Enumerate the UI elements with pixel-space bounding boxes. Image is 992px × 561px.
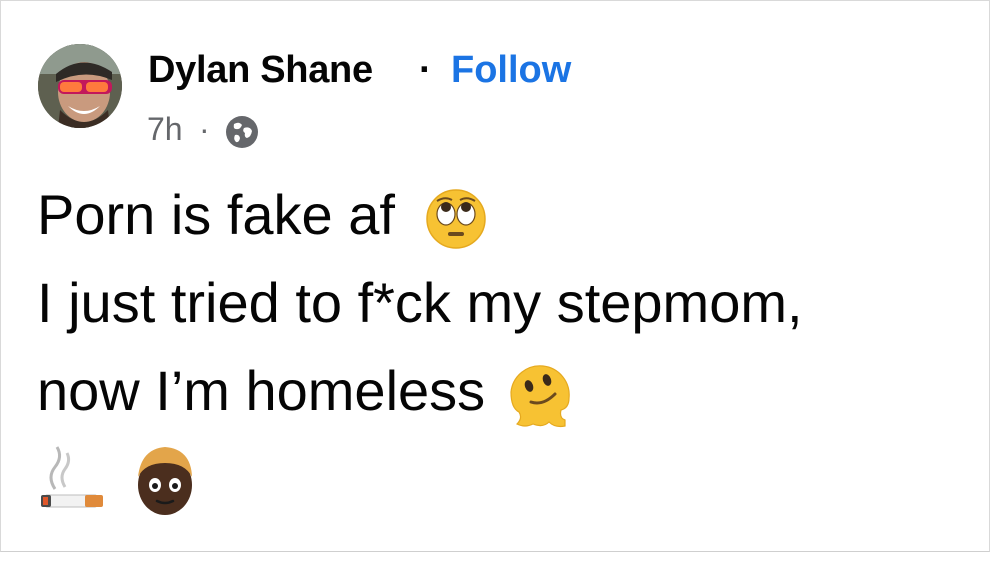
emoji-row — [39, 441, 215, 521]
name-follow-separator: · — [419, 49, 432, 91]
post-text-line-3-text: now I’m homeless — [37, 359, 486, 422]
face-with-rolling-eyes-icon — [425, 189, 486, 249]
follow-button[interactable]: Follow — [451, 49, 571, 92]
avatar-photo — [38, 44, 122, 128]
man-dark-skin-blond-hair-icon — [138, 447, 193, 515]
globe-icon[interactable] — [225, 115, 259, 149]
facebook-post-card: Dylan Shane · Follow 7h · Porn is fake a… — [0, 0, 990, 552]
time-audience-separator: · — [199, 111, 210, 147]
author-avatar[interactable] — [38, 44, 122, 128]
post-text-line-1: Porn is fake af — [37, 171, 803, 259]
author-name[interactable]: Dylan Shane — [148, 49, 373, 92]
post-text-line-1-text: Porn is fake af — [37, 183, 395, 246]
post-body: Porn is fake af I just tried to f*ck my … — [37, 171, 803, 435]
post-text-line-3: now I’m homeless — [37, 347, 803, 435]
post-text-line-2: I just tried to f*ck my stepmom, — [37, 271, 803, 334]
cigarette-icon — [41, 446, 103, 508]
post-timestamp[interactable]: 7h — [147, 111, 183, 148]
melting-face-icon — [510, 365, 570, 428]
